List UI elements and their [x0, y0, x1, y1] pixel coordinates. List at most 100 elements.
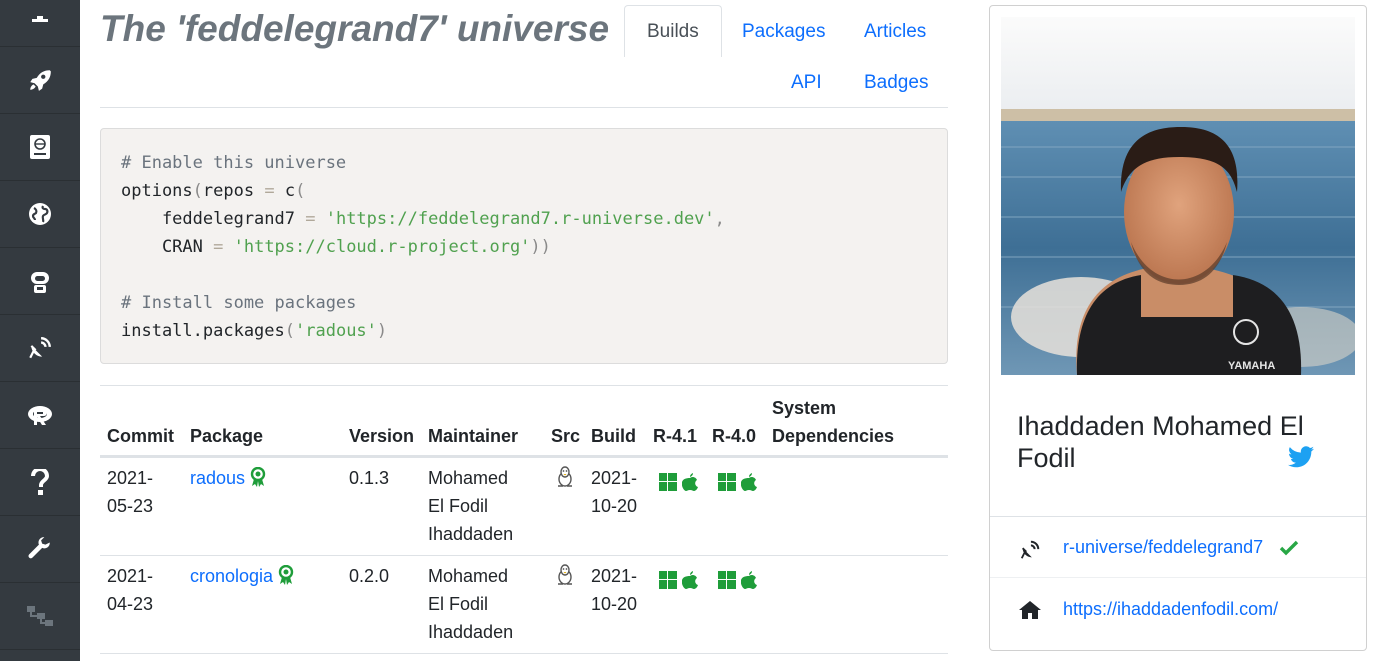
code-token: = — [295, 209, 326, 229]
tab-articles[interactable]: Articles — [842, 6, 948, 57]
award-icon — [278, 564, 294, 593]
code-token: 'https://feddelegrand7.r-universe.dev' — [325, 209, 715, 229]
r40-status — [718, 468, 758, 499]
r-logo-icon — [27, 404, 53, 426]
sidebar-item-satellite[interactable] — [0, 315, 80, 382]
table-header-divider — [100, 455, 948, 458]
maintainer-name-part: Ihaddaden — [428, 622, 514, 642]
package-link-radous[interactable]: radous — [190, 468, 245, 488]
table-row-divider — [100, 653, 948, 654]
sidebar-item-rocket[interactable] — [0, 47, 80, 114]
sidebar — [0, 0, 80, 661]
rocket-icon — [27, 67, 53, 93]
twitter-icon[interactable] — [1288, 446, 1314, 473]
maintainer-name-part: Mohamed — [428, 468, 509, 488]
windows-icon[interactable] — [718, 569, 736, 597]
src-linux-icon[interactable] — [556, 564, 574, 594]
sidebar-item-r[interactable] — [0, 382, 80, 449]
apple-icon[interactable] — [681, 569, 699, 597]
windows-icon[interactable] — [718, 471, 736, 499]
tab-badges[interactable]: Badges — [842, 57, 950, 108]
award-icon — [250, 466, 266, 495]
col-header-build: Build — [591, 426, 636, 446]
r40-status — [718, 566, 758, 597]
table-row-divider — [100, 555, 948, 556]
col-header-sysdeps-line2: Dependencies — [772, 426, 895, 446]
build-date-part: 10-20 — [591, 594, 638, 614]
code-token: ( — [192, 181, 203, 201]
sidebar-item-help[interactable] — [0, 449, 80, 516]
sitemap-icon — [26, 605, 54, 627]
maintainer-name-part: El Fodil — [428, 496, 489, 516]
apple-icon[interactable] — [740, 569, 758, 597]
home-icon — [1018, 600, 1042, 625]
profile-photo: YAMAHA — [1001, 17, 1355, 375]
code-comment: # Enable this universe — [121, 153, 347, 173]
maintainer-name-part: Mohamed — [428, 566, 509, 586]
table-row-build: 2021- 10-20 — [591, 562, 637, 618]
apple-icon[interactable] — [740, 471, 758, 499]
satellite-dish-icon — [1019, 539, 1041, 566]
sidebar-item-globe[interactable] — [0, 181, 80, 248]
globe-icon — [28, 202, 52, 226]
r41-status — [659, 566, 699, 597]
code-token: )) — [530, 237, 551, 257]
tab-packages[interactable]: Packages — [720, 6, 847, 57]
table-top-border — [100, 385, 948, 386]
build-date-part: 2021- — [591, 468, 638, 488]
code-token: feddelegrand7 — [121, 209, 295, 229]
home-icon — [28, 1, 52, 25]
sidebar-item-home[interactable] — [0, 0, 80, 47]
table-row-version: 0.2.0 — [349, 566, 390, 586]
sidebar-item-book[interactable] — [0, 114, 80, 181]
code-token: c — [284, 181, 296, 201]
table-row-commit: 2021- 05-23 — [107, 464, 153, 520]
code-token: , — [714, 209, 725, 229]
package-link-cronologia[interactable]: cronologia — [190, 566, 273, 586]
apple-icon[interactable] — [681, 471, 699, 499]
code-token: ( — [284, 321, 296, 341]
table-row-commit: 2021- 04-23 — [107, 562, 153, 618]
code-token: ( — [295, 181, 306, 201]
sidebar-item-sitemap[interactable] — [0, 583, 80, 650]
maintainer-name-part: El Fodil — [428, 594, 489, 614]
profile-card: YAMAHA Ihaddaden Mohamed El Fodil r-univ… — [989, 5, 1367, 651]
code-token: = — [254, 181, 285, 201]
tab-builds[interactable]: Builds — [624, 5, 722, 57]
sidebar-item-robot[interactable] — [0, 248, 80, 315]
satellite-dish-icon — [27, 335, 53, 361]
homepage-link[interactable]: https://ihaddadenfodil.com/ — [1063, 599, 1278, 620]
code-token: repos — [202, 181, 255, 201]
table-row-maintainer: Mohamed El Fodil Ihaddaden — [428, 464, 513, 548]
code-token: 'https://cloud.r-project.org' — [233, 237, 531, 257]
book-icon — [29, 134, 51, 160]
code-token: CRAN — [121, 237, 203, 257]
commit-date-part: 2021- — [107, 468, 154, 488]
r41-status — [659, 468, 699, 499]
col-header-version: Version — [349, 426, 415, 446]
question-icon — [30, 469, 50, 495]
check-icon — [1279, 540, 1299, 561]
page-title: The 'feddelegrand7' universe — [100, 8, 610, 49]
code-token: options — [121, 181, 193, 201]
tab-api[interactable]: API — [769, 57, 844, 108]
commit-date-part: 05-23 — [107, 496, 154, 516]
windows-icon[interactable] — [659, 569, 677, 597]
code-token: install.packages — [121, 321, 285, 341]
col-header-maintainer: Maintainer — [428, 426, 519, 446]
col-header-package: Package — [190, 426, 264, 446]
table-row-maintainer: Mohamed El Fodil Ihaddaden — [428, 562, 513, 646]
col-header-commit: Commit — [107, 426, 174, 446]
sidebar-item-tools[interactable] — [0, 516, 80, 583]
src-linux-icon[interactable] — [556, 466, 574, 496]
col-header-r41: R-4.1 — [653, 426, 698, 446]
table-row-version: 0.1.3 — [349, 468, 390, 488]
install-code-block: # Enable this universe options(repos = c… — [100, 128, 948, 364]
commit-date-part: 04-23 — [107, 594, 154, 614]
header-divider — [100, 107, 948, 108]
code-comment: # Install some packages — [121, 293, 357, 313]
card-divider — [990, 516, 1366, 517]
windows-icon[interactable] — [659, 471, 677, 499]
universe-link[interactable]: r-universe/feddelegrand7 — [1063, 537, 1263, 558]
photo-shirt-text: YAMAHA — [1228, 360, 1275, 372]
